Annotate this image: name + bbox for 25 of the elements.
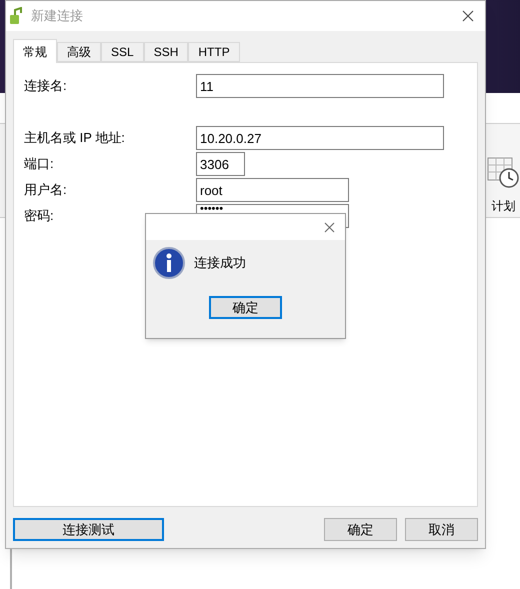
input-field[interactable]: root — [196, 178, 349, 202]
field-label: 密码: — [24, 207, 55, 226]
input-field[interactable]: 3306 — [196, 152, 245, 176]
message-text: 连接成功 — [194, 254, 246, 272]
input-field[interactable]: 11 — [196, 74, 444, 98]
field-label: 端口: — [24, 155, 55, 174]
calendar-clock-icon[interactable] — [487, 157, 520, 189]
close-icon[interactable] — [324, 222, 335, 232]
toolbar-label: 计划 — [492, 198, 516, 215]
tab[interactable]: SSL — [101, 42, 144, 62]
tab[interactable]: HTTP — [188, 42, 240, 62]
info-icon — [153, 247, 185, 279]
tab[interactable]: SSH — [144, 42, 188, 62]
dialog-button[interactable]: 确定 — [209, 296, 282, 319]
field-label: 连接名: — [24, 77, 68, 96]
tab[interactable]: 常规 — [13, 39, 57, 63]
dialog-button[interactable]: 取消 — [405, 518, 478, 541]
input-field[interactable]: 10.20.0.27 — [196, 126, 444, 150]
dialog-button[interactable]: 确定 — [324, 518, 397, 541]
field-label: 主机名或 IP 地址: — [24, 129, 126, 148]
window-title: 新建连接 — [31, 7, 84, 26]
tab[interactable]: 高级 — [57, 42, 101, 62]
close-icon[interactable] — [462, 10, 474, 22]
field-label: 用户名: — [24, 181, 68, 200]
dialog-button[interactable]: 连接测试 — [13, 518, 164, 541]
